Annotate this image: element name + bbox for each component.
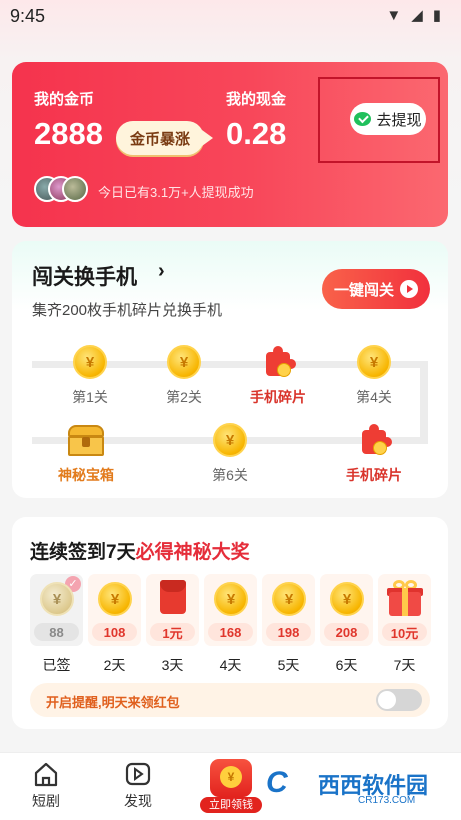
withdraw-button[interactable]: 去提现 (350, 103, 426, 135)
signin-day-3[interactable]: 1元 3天 (146, 574, 199, 675)
coin-icon: ¥ (213, 423, 247, 457)
wechat-icon (354, 112, 372, 126)
cash-value: 0.28 (226, 116, 287, 151)
level-6[interactable]: ¥ 第6关 (190, 423, 270, 485)
level-label: 第2关 (166, 389, 202, 405)
challenge-title[interactable]: 闯关换手机 (32, 261, 137, 291)
level-label: 手机碎片 (346, 467, 402, 483)
signin-day-label: 4天 (219, 657, 242, 673)
signin-day-label: 6天 (335, 657, 358, 673)
coin-icon: ¥ (73, 345, 107, 379)
level-label: 手机碎片 (250, 389, 306, 405)
level-4[interactable]: ¥ 第4关 (334, 345, 414, 407)
signin-day-4[interactable]: ¥ 168 4天 (204, 574, 257, 675)
signin-day-5[interactable]: ¥ 198 5天 (262, 574, 315, 675)
avatar (62, 176, 88, 202)
nav-item-short-drama[interactable]: 短剧 (16, 761, 76, 811)
coins-value: 2888 (34, 116, 103, 151)
avatar-group (34, 176, 92, 204)
one-click-challenge-button[interactable]: 一键闯关 (322, 269, 430, 309)
status-icons: ▼ ◢ ▮ (386, 6, 441, 25)
puzzle-piece-icon (261, 345, 296, 379)
coin-icon: ¥ (98, 582, 132, 616)
signin-amount: 198 (266, 623, 311, 641)
coin-icon: ¥ (357, 345, 391, 379)
signin-day-label: 已签 (42, 657, 71, 673)
puzzle-piece-icon (357, 423, 392, 457)
signin-day-label: 7天 (393, 657, 416, 673)
play-icon (124, 761, 152, 787)
signin-amount: 168 (208, 623, 253, 641)
claim-money-label: 立即领钱 (200, 797, 262, 813)
signin-amount: 10元 (382, 623, 427, 641)
challenge-subtitle: 集齐200枚手机碎片兑换手机 (32, 302, 223, 319)
level-7-phone-fragment[interactable]: 手机碎片 (334, 423, 414, 485)
status-time: 9:45 (10, 6, 46, 26)
coin-icon: ¥ (214, 582, 248, 616)
level-label: 第4关 (356, 389, 392, 405)
coin-icon: ¥ (40, 582, 74, 616)
gift-box-icon (386, 578, 424, 618)
level-1[interactable]: ¥ 第1关 (50, 345, 130, 407)
signin-amount: 1元 (150, 623, 195, 641)
withdraw-success-text: 今日已有3.1万+人提现成功 (98, 185, 254, 200)
coin-icon: ¥ (167, 345, 201, 379)
home-icon (32, 761, 60, 787)
signin-day-label: 2天 (103, 657, 126, 673)
nav-label: 发现 (124, 793, 152, 809)
coin-icon: ¥ (272, 582, 306, 616)
cash-label: 我的现金 (226, 91, 287, 108)
withdraw-label: 去提现 (376, 111, 422, 129)
level-3-phone-fragment[interactable]: 手机碎片 (238, 345, 318, 407)
level-label: 神秘宝箱 (58, 467, 114, 483)
signin-title: 连续签到7天必得神秘大奖 (30, 537, 250, 564)
battery-icon: ▮ (432, 7, 441, 24)
level-label: 第6关 (212, 467, 248, 483)
play-icon (400, 280, 418, 298)
chevron-right-icon[interactable]: › (158, 260, 165, 283)
nav-label: 短剧 (32, 793, 60, 809)
red-envelope-icon (160, 580, 186, 614)
wifi-icon: ▼ (386, 6, 402, 24)
signin-day-1[interactable]: ✓ ¥ 88 已签 (30, 574, 83, 675)
reminder-text: 开启提醒,明天来领红包 (46, 695, 180, 710)
wallet-card: 我的金币 2888 金币暴涨 我的现金 0.28 去提现 今日已有3.1万+人提… (12, 62, 448, 227)
claim-money-button[interactable]: ¥ 立即领钱 (200, 759, 262, 813)
signin-amount: 208 (324, 623, 369, 641)
signin-day-label: 3天 (161, 657, 184, 673)
signin-day-7[interactable]: 10元 7天 (378, 574, 431, 675)
level-5-mystery-chest[interactable]: 神秘宝箱 (46, 423, 126, 485)
signin-amount: 108 (92, 623, 137, 641)
signin-day-label: 5天 (277, 657, 300, 673)
money-bag-icon: ¥ (210, 759, 252, 797)
coin-boost-label: 金币暴涨 (129, 130, 190, 148)
signin-title-prefix: 连续签到7天 (30, 542, 136, 563)
one-click-challenge-label: 一键闯关 (333, 281, 394, 299)
treasure-chest-icon (66, 423, 106, 457)
signal-icon: ◢ (411, 7, 423, 24)
signin-card: 连续签到7天必得神秘大奖 ✓ ¥ 88 已签 ¥ 108 2天 1元 3天 ¥ … (12, 517, 448, 729)
coins-label: 我的金币 (34, 91, 95, 108)
signin-day-6[interactable]: ¥ 208 6天 (320, 574, 373, 675)
status-bar: 9:45 ▼ ◢ ▮ (0, 0, 461, 34)
reminder-toggle[interactable] (376, 689, 422, 711)
signin-amount: 88 (34, 623, 79, 641)
coin-icon: ¥ (330, 582, 364, 616)
watermark: C 西西软件园 CR173.COM (262, 762, 440, 812)
challenge-card: 闯关换手机 › 集齐200枚手机碎片兑换手机 一键闯关 ¥ 第1关 ¥ 第2关 … (12, 241, 448, 498)
signin-day-2[interactable]: ¥ 108 2天 (88, 574, 141, 675)
watermark-logo: C (266, 766, 288, 799)
reminder-bar: 开启提醒,明天来领红包 (30, 683, 430, 717)
coin-boost-button[interactable]: 金币暴涨 (116, 121, 213, 155)
signin-title-highlight: 必得神秘大奖 (135, 542, 250, 563)
watermark-url: CR173.COM (358, 795, 416, 806)
level-2[interactable]: ¥ 第2关 (144, 345, 224, 407)
level-label: 第1关 (72, 389, 108, 405)
nav-item-discover[interactable]: 发现 (108, 761, 168, 811)
level-track (420, 361, 428, 443)
toggle-knob (378, 691, 396, 709)
